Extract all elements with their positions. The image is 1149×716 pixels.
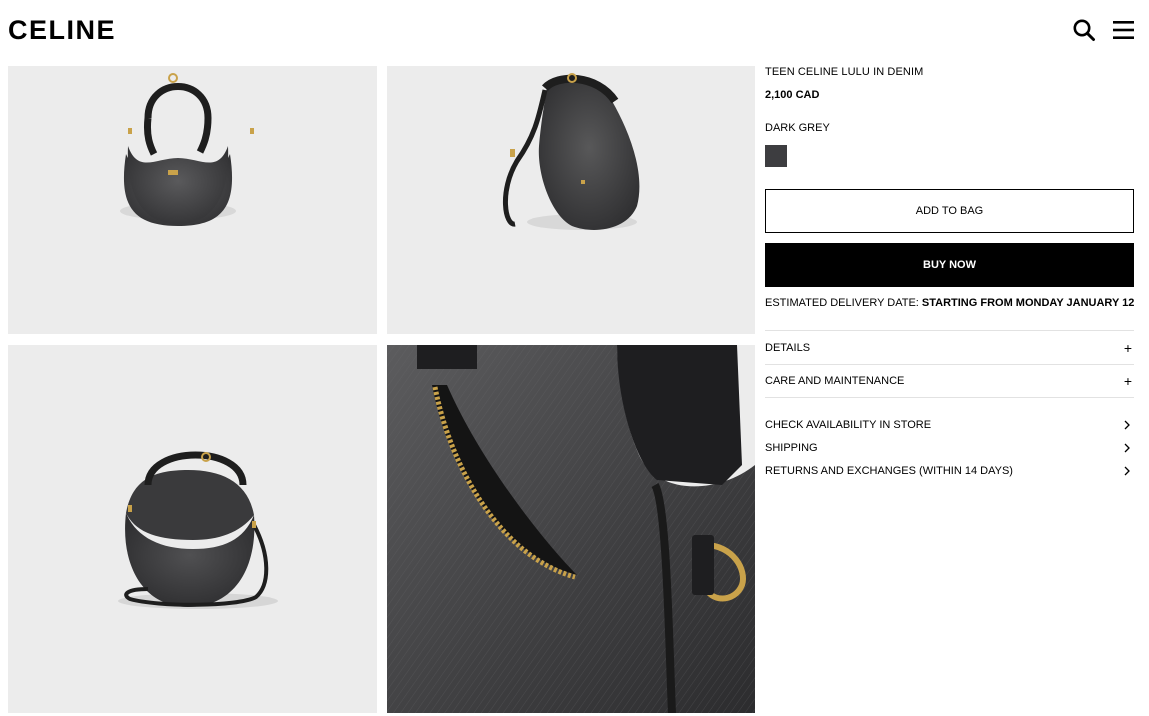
add-to-bag-button[interactable]: ADD TO BAG	[765, 189, 1134, 233]
plus-icon: +	[1123, 373, 1132, 389]
color-swatch-dark-grey[interactable]	[765, 145, 787, 167]
bag-detail-closeup-zipper[interactable]	[387, 345, 755, 713]
chevron-right-icon	[1124, 443, 1130, 453]
buy-now-button[interactable]: BUY NOW	[765, 243, 1134, 287]
check-availability-link[interactable]: CHECK AVAILABILITY IN STORE	[765, 416, 1134, 434]
search-icon[interactable]	[1072, 18, 1096, 42]
delivery-date: STARTING FROM MONDAY JANUARY 12	[921, 297, 1135, 309]
accordion-details[interactable]: DETAILS +	[765, 330, 1134, 364]
product-image-gallery	[8, 66, 755, 716]
shipping-link[interactable]: SHIPPING	[765, 439, 1134, 457]
site-header: CELINE	[0, 0, 1149, 62]
celine-logo[interactable]: CELINE	[8, 14, 116, 46]
hamburger-menu-icon[interactable]	[1112, 18, 1136, 42]
returns-exchanges-label: RETURNS AND EXCHANGES (WITHIN 14 DAYS)	[765, 465, 1013, 477]
estimated-delivery: ESTIMATED DELIVERY DATE: STARTING FROM M…	[765, 297, 1134, 309]
chevron-right-icon	[1124, 420, 1130, 430]
returns-exchanges-link[interactable]: RETURNS AND EXCHANGES (WITHIN 14 DAYS)	[765, 462, 1134, 480]
color-label: DARK GREY	[765, 122, 830, 134]
bag-side-view-with-strap[interactable]	[387, 66, 755, 334]
accordion-care-and-maintenance[interactable]: CARE AND MAINTENANCE +	[765, 364, 1134, 398]
delivery-label: ESTIMATED DELIVERY DATE:	[765, 297, 919, 309]
product-price: 2,100 CAD	[765, 89, 820, 101]
shipping-label: SHIPPING	[765, 442, 818, 454]
accordion-care-label: CARE AND MAINTENANCE	[765, 375, 905, 387]
check-availability-label: CHECK AVAILABILITY IN STORE	[765, 419, 932, 431]
plus-icon: +	[1123, 339, 1132, 356]
bag-front-view[interactable]	[8, 66, 377, 334]
bag-three-quarter-view-with-strap[interactable]	[8, 345, 377, 713]
product-name: TEEN CELINE LULU IN DENIM	[765, 66, 924, 78]
chevron-right-icon	[1124, 466, 1130, 476]
accordion-details-label: DETAILS	[765, 341, 811, 354]
